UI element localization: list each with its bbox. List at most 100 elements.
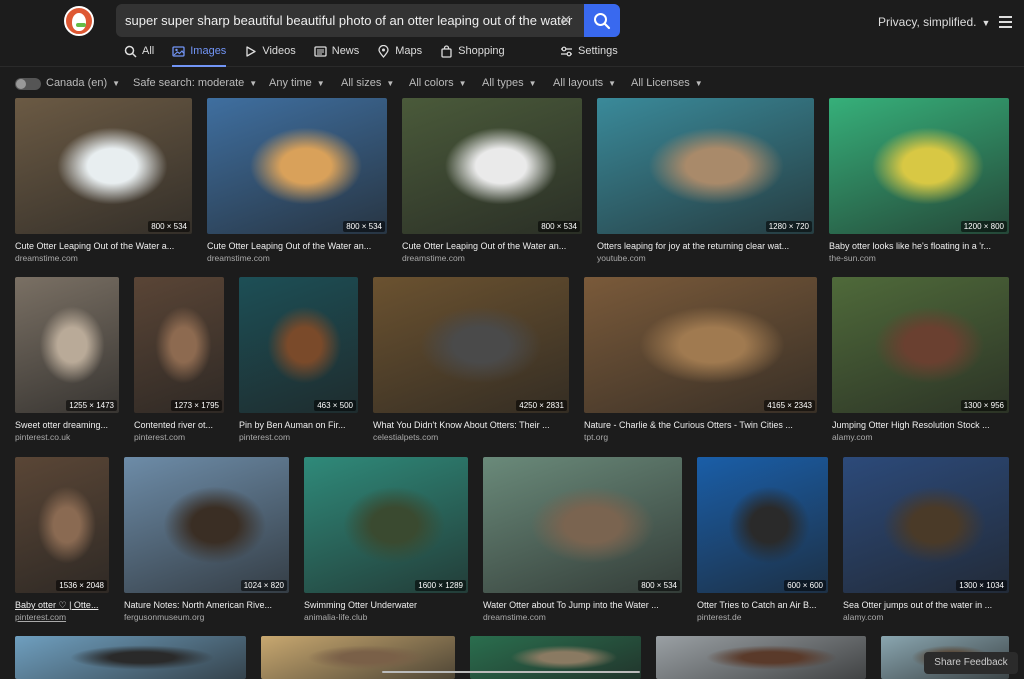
result-title[interactable]: Contented river ot... <box>134 420 224 430</box>
result-source[interactable]: pinterest.com <box>134 432 185 442</box>
result-title[interactable]: Otters leaping for joy at the returning … <box>597 241 814 251</box>
result-title[interactable]: Baby otter ♡ | Otte... <box>15 600 109 611</box>
result-source[interactable]: alamy.com <box>843 612 883 622</box>
result-thumbnail[interactable]: 4165 × 2343 <box>584 277 817 413</box>
result-thumbnail[interactable]: 800 × 534 <box>207 98 387 234</box>
filter-label: All layouts <box>553 77 604 89</box>
search-button[interactable] <box>584 4 620 37</box>
result-thumbnail[interactable]: 1300 × 956 <box>832 277 1009 413</box>
news-icon <box>314 46 327 57</box>
privacy-label: Privacy, simplified. <box>878 15 977 29</box>
caret-down-icon: ▼ <box>112 79 121 88</box>
tab-all[interactable]: All <box>124 45 154 67</box>
result-title[interactable]: Sweet otter dreaming... <box>15 420 119 430</box>
result-source[interactable]: pinterest.co.uk <box>15 432 70 442</box>
result-source[interactable]: animalia-life.club <box>304 612 367 622</box>
result-title[interactable]: Swimming Otter Underwater <box>304 600 468 610</box>
tab-videos[interactable]: Videos <box>244 45 296 67</box>
image-dimensions: 1255 × 1473 <box>66 400 117 411</box>
tab-settings[interactable]: Settings <box>560 45 618 58</box>
menu-icon[interactable] <box>999 16 1012 28</box>
result-source[interactable]: dreamstime.com <box>15 253 78 263</box>
result-title[interactable]: Nature Notes: North American Rive... <box>124 600 289 610</box>
result-title[interactable]: What You Didn't Know About Otters: Their… <box>373 420 569 430</box>
tab-label: News <box>331 45 360 57</box>
result-source[interactable]: dreamstime.com <box>483 612 546 622</box>
result-source[interactable]: pinterest.de <box>697 612 741 622</box>
image-dimensions: 800 × 534 <box>148 221 190 232</box>
time-filter[interactable]: Any time ▼ <box>269 77 325 89</box>
result-source[interactable]: alamy.com <box>832 432 872 442</box>
result-title[interactable]: Pin by Ben Auman on Fir... <box>239 420 358 430</box>
tab-images[interactable]: Images <box>172 45 227 67</box>
result-source[interactable]: dreamstime.com <box>207 253 270 263</box>
image-dimensions: 800 × 534 <box>538 221 580 232</box>
size-filter[interactable]: All sizes ▼ <box>341 77 394 89</box>
shopping-bag-icon <box>441 45 452 58</box>
result-thumbnail[interactable]: 463 × 500 <box>239 277 358 413</box>
image-dimensions: 1280 × 720 <box>765 221 812 232</box>
image-dimensions: 4165 × 2343 <box>764 400 815 411</box>
image-dimensions: 463 × 500 <box>314 400 356 411</box>
result-source[interactable]: celestialpets.com <box>373 432 438 442</box>
result-source[interactable]: pinterest.com <box>239 432 290 442</box>
result-title[interactable]: Nature - Charlie & the Curious Otters - … <box>584 420 817 430</box>
tab-label: All <box>142 45 155 57</box>
result-thumbnail[interactable]: 1200 × 800 <box>829 98 1009 234</box>
result-title[interactable]: Otter Tries to Catch an Air B... <box>697 600 828 610</box>
result-source[interactable]: tpt.org <box>584 432 608 442</box>
result-title[interactable]: Water Otter about To Jump into the Water… <box>483 600 682 610</box>
result-source[interactable]: dreamstime.com <box>402 253 465 263</box>
type-filter[interactable]: All types ▼ <box>482 77 537 89</box>
clear-search-button[interactable]: × <box>556 10 576 30</box>
image-dimensions: 1300 × 1034 <box>956 580 1007 591</box>
search-input[interactable] <box>116 4 586 37</box>
layout-filter[interactable]: All layouts ▼ <box>553 77 616 89</box>
result-thumbnail[interactable]: 1273 × 1795 <box>134 277 224 413</box>
image-dimensions: 800 × 534 <box>638 580 680 591</box>
result-thumbnail[interactable]: 1255 × 1473 <box>15 277 119 413</box>
result-thumbnail[interactable] <box>656 636 866 679</box>
chevron-down-icon: ▼ <box>981 18 991 28</box>
result-source[interactable]: the-sun.com <box>829 253 876 263</box>
caret-down-icon: ▼ <box>386 79 395 88</box>
result-title[interactable]: Cute Otter Leaping Out of the Water an..… <box>402 241 582 251</box>
result-title[interactable]: Baby otter looks like he's floating in a… <box>829 241 1009 251</box>
result-thumbnail[interactable]: 1600 × 1289 <box>304 457 468 593</box>
safe-search-filter[interactable]: Safe search: moderate ▼ <box>133 77 257 89</box>
caret-down-icon: ▼ <box>528 79 537 88</box>
filter-bar: Canada (en) ▼ Safe search: moderate ▼ Any … <box>0 68 1024 98</box>
result-thumbnail[interactable]: 1280 × 720 <box>597 98 814 234</box>
result-title[interactable]: Cute Otter Leaping Out of the Water a... <box>15 241 192 251</box>
region-toggle[interactable] <box>15 78 41 90</box>
privacy-menu[interactable]: Privacy, simplified. ▼ <box>878 15 990 29</box>
result-source[interactable]: youtube.com <box>597 253 646 263</box>
tab-maps[interactable]: Maps <box>377 45 422 67</box>
result-thumbnail[interactable]: 1536 × 2048 <box>15 457 109 593</box>
tab-shopping[interactable]: Shopping <box>440 45 505 67</box>
image-dimensions: 800 × 534 <box>343 221 385 232</box>
search-icon <box>594 13 611 30</box>
result-source[interactable]: fergusonmuseum.org <box>124 612 204 622</box>
filter-label: Any time <box>269 77 312 89</box>
color-filter[interactable]: All colors ▼ <box>409 77 467 89</box>
result-thumbnail[interactable] <box>15 636 246 679</box>
image-dimensions: 1024 × 820 <box>240 580 287 591</box>
tab-news[interactable]: News <box>314 45 360 67</box>
result-thumbnail[interactable]: 800 × 534 <box>15 98 192 234</box>
result-source[interactable]: pinterest.com <box>15 612 66 622</box>
result-title[interactable]: Cute Otter Leaping Out of the Water an..… <box>207 241 387 251</box>
share-feedback-button[interactable]: Share Feedback <box>924 652 1018 674</box>
region-filter[interactable]: Canada (en) ▼ <box>46 77 120 89</box>
result-title[interactable]: Sea Otter jumps out of the water in ... <box>843 600 1009 610</box>
result-thumbnail[interactable]: 1024 × 820 <box>124 457 289 593</box>
result-thumbnail[interactable]: 800 × 534 <box>483 457 682 593</box>
license-filter[interactable]: All Licenses ▼ <box>631 77 703 89</box>
result-thumbnail[interactable]: 600 × 600 <box>697 457 828 593</box>
result-thumbnail[interactable]: 800 × 534 <box>402 98 582 234</box>
result-title[interactable]: Jumping Otter High Resolution Stock ... <box>832 420 1009 430</box>
filter-label: Canada (en) <box>46 77 108 89</box>
result-thumbnail[interactable]: 1300 × 1034 <box>843 457 1009 593</box>
duckduckgo-logo-icon[interactable] <box>64 6 94 36</box>
result-thumbnail[interactable]: 4250 × 2831 <box>373 277 569 413</box>
